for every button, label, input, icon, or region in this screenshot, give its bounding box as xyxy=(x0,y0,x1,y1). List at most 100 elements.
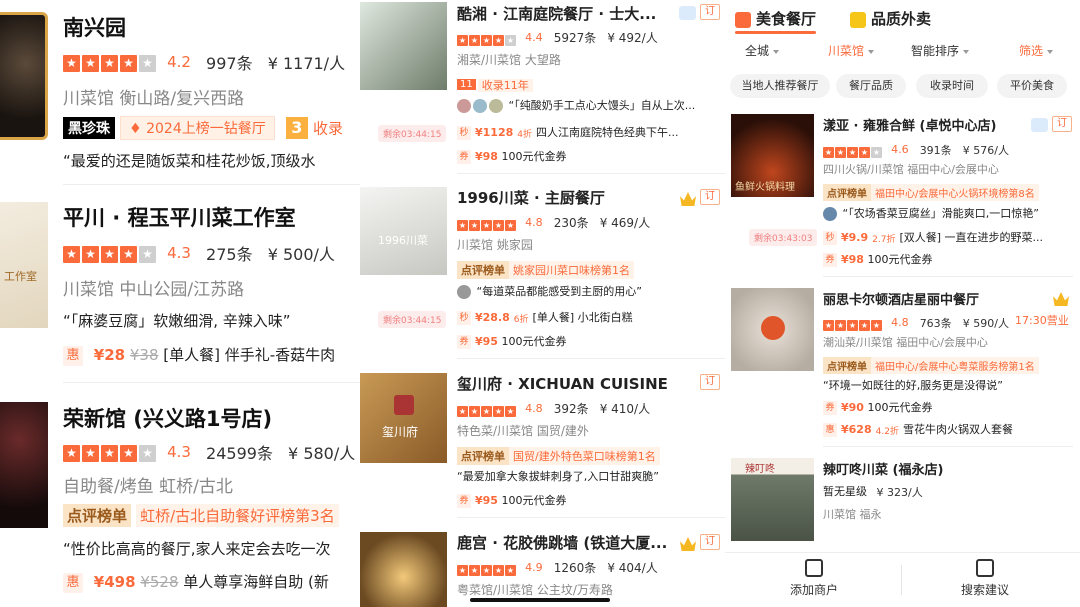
rank-row[interactable]: 点评榜单 福田中心/会展中心火锅环境榜第8名 xyxy=(823,182,1039,201)
tab-food[interactable]: 美食餐厅 xyxy=(735,8,817,34)
chip-inclusion-time[interactable]: 收录时间 xyxy=(916,74,988,98)
restaurant-name[interactable]: 玺川府 · XICHUAN CUISINE xyxy=(457,373,697,394)
restaurant-photo[interactable]: 工作室 xyxy=(0,202,48,328)
restaurant-photo[interactable] xyxy=(731,288,814,371)
rank-row[interactable]: 点评榜单 姚家园川菜口味榜第1名 xyxy=(457,259,634,279)
screenshot-collage: 南兴园 ★ ★ ★ ★ ★ 4.2 997条 ¥ 1171/人 川菜馆 衡山路/复兴西路… xyxy=(0,0,1080,607)
divider xyxy=(63,184,360,185)
restaurant-photo[interactable]: 玺川府 xyxy=(360,373,447,463)
countdown-timer: 剩余03:44:15 xyxy=(378,311,447,328)
chevron-down-icon xyxy=(773,49,780,54)
divider xyxy=(63,382,360,383)
add-store-icon xyxy=(805,559,823,577)
voucher-row[interactable]: 券 ¥95 100元代金券 xyxy=(457,333,566,349)
reserve-button[interactable]: 订 xyxy=(700,534,720,550)
edit-icon xyxy=(976,559,994,577)
deal-tag: 惠 xyxy=(63,345,83,366)
inclusion-row: 11 收录11年 xyxy=(457,74,533,93)
diamond-rank-badge: ♦ 2024上榜一钻餐厅 xyxy=(120,116,275,140)
avg-price: ¥ 410/人 xyxy=(599,402,651,416)
flash-deal-row[interactable]: 秒 ¥9.9 2.7折 [双人餐] 一直在进步的野菜... xyxy=(823,229,1078,245)
voucher-text: 100元代金券 xyxy=(501,494,567,507)
chip-affordable[interactable]: 平价美食 xyxy=(997,74,1067,98)
restaurant-list-panel-middle: 酷湘 · 江南庭院餐厅 · 士大... 订 ★ ★ ★ ★ ★ 4.4 5927条 ¥ … xyxy=(360,0,725,607)
review-quote: “性价比高高的餐厅,家人来定会去吃一次 xyxy=(63,540,331,558)
reserve-button[interactable]: 订 xyxy=(700,189,720,205)
rank-row[interactable]: 点评榜单 国贸/建外特色菜口味榜第1名 xyxy=(457,445,660,465)
reserve-button[interactable]: 订 xyxy=(700,374,720,390)
review-quote: “最爱加拿大象拔蚌刺身了,入口甘甜爽脆” xyxy=(457,470,659,483)
review-count: 391条 xyxy=(919,143,952,157)
restaurant-photo[interactable] xyxy=(360,2,447,90)
deal-row[interactable]: 惠 ¥628 4.2折 雪花牛肉火锅双人套餐 xyxy=(823,421,1078,437)
filter-category[interactable]: 川菜馆 xyxy=(828,42,875,59)
rank-row[interactable]: 点评榜单 福田中心/会展中心粤菜服务榜第1名 xyxy=(823,355,1039,374)
restaurant-name[interactable]: 辣叮咚川菜 (福永店) xyxy=(823,459,1063,478)
deal-text: [单人餐] 小北街白糕 xyxy=(532,311,633,324)
tab-takeout[interactable]: 品质外卖 xyxy=(850,8,931,29)
chip-quality[interactable]: 餐厅品质 xyxy=(836,74,906,98)
review-count: 24599条 xyxy=(206,444,273,463)
logo-icon xyxy=(394,395,414,415)
restaurant-photo[interactable]: 鱼鲜火锅料理 xyxy=(731,114,814,197)
deal-row[interactable]: 惠 ¥498 ¥528 单人尊享海鲜自助 (新 xyxy=(63,571,360,593)
flash-deal-row[interactable]: 秒 ¥28.8 6折 [单人餐] 小北街白糕 xyxy=(457,309,633,325)
discount: 4折 xyxy=(517,129,533,140)
restaurant-photo[interactable]: 辣叮咚 xyxy=(731,458,814,541)
restaurant-name[interactable]: 酷湘 · 江南庭院餐厅 · 士大... xyxy=(457,3,667,24)
rank-row[interactable]: 点评榜单 虹桥/古北自助餐好评榜第3名 xyxy=(63,504,360,527)
avg-price: ¥ 500/人 xyxy=(267,245,335,264)
filter-sort[interactable]: 智能排序 xyxy=(911,42,970,59)
category-location: 自助餐/烤鱼 虹桥/古北 xyxy=(63,477,233,497)
voucher-tag: 券 xyxy=(457,150,471,164)
reserve-button[interactable]: 订 xyxy=(700,4,720,20)
voucher-row[interactable]: 券 ¥95 100元代金券 xyxy=(457,492,566,508)
crown-icon xyxy=(680,537,696,551)
rank-label: 点评榜单 xyxy=(63,504,132,527)
rank-label: 点评榜单 xyxy=(457,260,509,279)
black-pearl-badge: 黑珍珠 xyxy=(63,117,115,139)
restaurant-photo[interactable]: 1996川菜 xyxy=(360,187,447,275)
chip-local-recommend[interactable]: 当地人推荐餐厅 xyxy=(730,74,830,98)
restaurant-name[interactable]: 1996川菜 · 主厨餐厅 xyxy=(457,187,667,208)
voucher-row[interactable]: 券 ¥90 100元代金券 xyxy=(823,399,932,415)
flash-tag: 秒 xyxy=(457,311,471,325)
restaurant-name[interactable]: 漾亚 · 雍雅合鲜 (卓悦中心店) xyxy=(823,115,1028,134)
score: 4.8 xyxy=(891,316,909,329)
filter-more[interactable]: 筛选 xyxy=(1019,42,1054,59)
reserve-button[interactable]: 订 xyxy=(1052,116,1072,132)
restaurant-photo[interactable] xyxy=(0,402,48,528)
restaurant-name[interactable]: 平川 · 程玉平川菜工作室 xyxy=(63,202,296,232)
divider xyxy=(457,517,725,518)
restaurant-name[interactable]: 南兴园 xyxy=(63,12,126,42)
voucher-row[interactable]: 券 ¥98 100元代金券 xyxy=(823,251,932,267)
avg-price: ¥ 580/人 xyxy=(288,444,356,463)
voucher-row[interactable]: 券 ¥98 100元代金券 xyxy=(457,148,566,164)
restaurant-photo[interactable] xyxy=(0,12,48,140)
restaurant-name[interactable]: 丽思卡尔顿酒店星丽中餐厅 xyxy=(823,289,1028,308)
search-suggestion-button[interactable]: 搜索建议 xyxy=(925,559,1045,598)
avg-price: ¥ 590/人 xyxy=(962,316,1009,330)
diamond-icon: ♦ xyxy=(129,121,147,137)
avatar xyxy=(457,99,471,113)
add-merchant-button[interactable]: 添加商户 xyxy=(754,559,874,598)
rank-text: 福田中心/会展中心火锅环境榜第8名 xyxy=(871,184,1039,201)
restaurant-name[interactable]: 鹿宫 · 花胶佛跳墙 (铁道大厦... xyxy=(457,532,677,553)
star-rating-icon: ★ ★ ★ ★ ★ xyxy=(457,220,516,231)
crown-icon xyxy=(680,192,696,206)
year-text: 收录11年 xyxy=(477,78,533,92)
review-count: 1260条 xyxy=(553,561,597,575)
review-count: 275条 xyxy=(206,245,253,264)
restaurant-photo[interactable] xyxy=(360,532,447,607)
filter-area[interactable]: 全城 xyxy=(745,42,780,59)
category-location: 潮汕菜/川菜馆 福田中心/会展中心 xyxy=(823,336,988,349)
discount: 2.7折 xyxy=(872,234,896,245)
deal-row[interactable]: 惠 ¥28 ¥38 [单人餐] 伴手礼-香菇牛肉 xyxy=(63,344,360,366)
voucher-text: 100元代金券 xyxy=(867,401,933,414)
divider xyxy=(457,358,725,359)
restaurant-name[interactable]: 荣新馆 (兴义路1号店) xyxy=(63,403,272,433)
star-rating-icon: ★ ★ ★ ★ ★ xyxy=(63,52,158,72)
flash-deal-row[interactable]: 秒 ¥1128 4折 四人江南庭院特色经典下午... xyxy=(457,124,679,140)
countdown-timer: 剩余03:43:03 xyxy=(749,229,818,246)
review-quote: “最爱的还是随饭菜和桂花炒饭,顶级水 xyxy=(63,152,316,170)
